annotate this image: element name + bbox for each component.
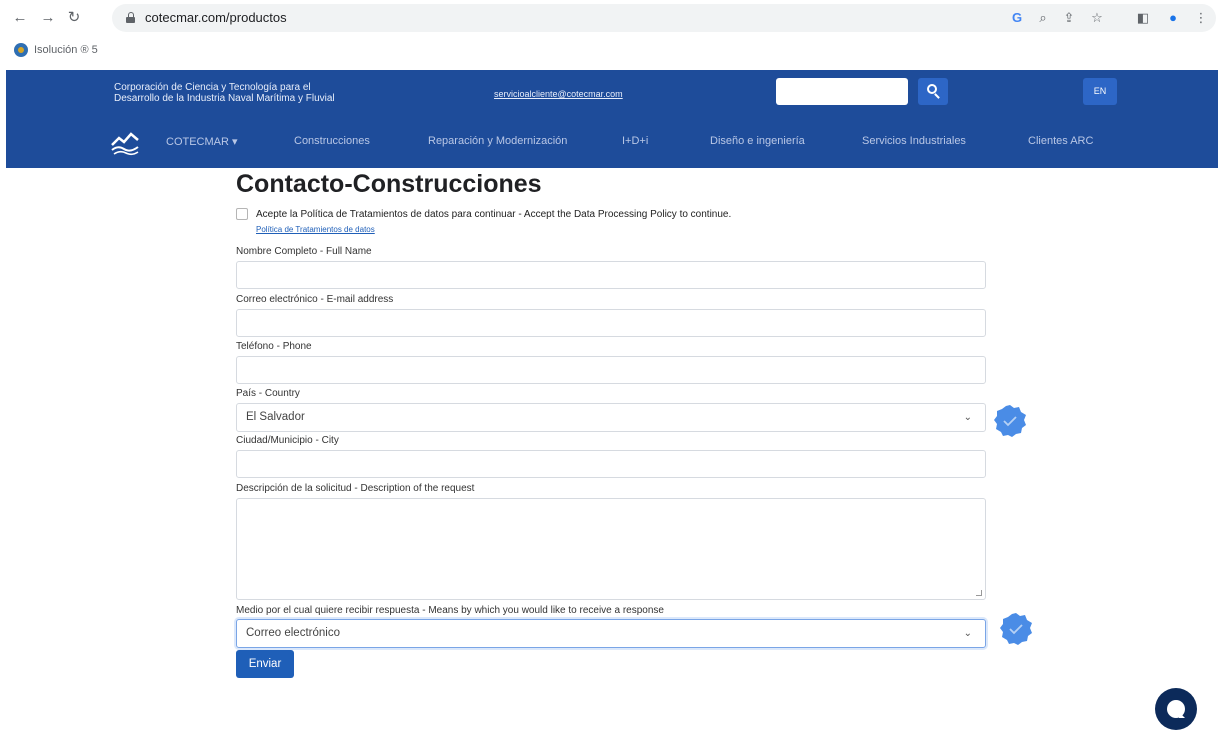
side-panel-icon[interactable]: ◧ [1134,9,1152,27]
menu-item-construcciones[interactable]: Construcciones [294,135,370,147]
menu-item-idi[interactable]: I+D+i [622,135,648,147]
email-label: Correo electrónico - E-mail address [236,294,394,305]
country-value: El Salvador [246,411,305,423]
org-name: Corporación de Ciencia y Tecnología para… [114,82,414,104]
resize-handle-icon[interactable] [976,590,982,596]
phone-label: Teléfono - Phone [236,341,312,352]
org-name-line2: Desarrollo de la Industria Naval Marítim… [114,93,335,104]
reload-icon[interactable]: ↻ [64,8,84,28]
policy-text: Acepte la Política de Tratamientos de da… [256,208,732,220]
chevron-down-icon: ⌄ [963,412,972,423]
cotecmar-logo[interactable] [109,127,141,159]
phone-input[interactable] [236,356,986,384]
description-label: Descripción de la solicitud - Descriptio… [236,483,475,494]
url-text: cotecmar.com/productos [145,10,287,25]
search-input[interactable] [776,78,908,105]
org-name-line1: Corporación de Ciencia y Tecnología para… [114,82,311,93]
share-icon[interactable]: ⇪ [1060,9,1078,27]
forward-icon[interactable]: → [38,8,58,28]
site-header: Corporación de Ciencia y Tecnología para… [6,70,1218,168]
chevron-down-icon: ⌄ [963,628,972,639]
submit-button[interactable]: Enviar [236,650,294,678]
search-button[interactable] [918,78,948,105]
bookmark-label: Isolución ® 5 [34,44,98,56]
policy-row: Acepte la Política de Tratamientos de da… [236,208,731,220]
full-name-label: Nombre Completo - Full Name [236,246,372,257]
email-input[interactable] [236,309,986,337]
bookmarks-bar: Isolución ® 5 [0,36,1222,64]
menu-kebab-icon[interactable]: ⋮ [1192,9,1210,27]
address-bar[interactable]: cotecmar.com/productos G ⌕ ⇪ ☆ ◧ ● ⋮ [112,4,1216,32]
response-method-label: Medio por el cual quiere recibir respues… [236,605,664,616]
verified-badge-icon [1000,613,1032,645]
google-icon[interactable]: G [1008,9,1026,27]
menu-item-cotecmar[interactable]: COTECMAR ▾ [166,135,238,148]
response-method-value: Correo electrónico [246,627,340,639]
city-input[interactable] [236,450,986,478]
policy-link[interactable]: Política de Tratamientos de datos [256,225,375,234]
country-select[interactable]: El Salvador ⌄ [236,403,986,432]
back-icon[interactable]: ← [10,8,30,28]
profile-icon[interactable]: ● [1164,9,1182,27]
description-textarea[interactable] [236,498,986,600]
language-button[interactable]: EN [1083,78,1117,105]
menu-item-clientes-arc[interactable]: Clientes ARC [1028,135,1093,147]
isolucion-icon [14,43,28,57]
bookmark-isolucion[interactable]: Isolución ® 5 [14,42,98,58]
browser-toolbar: ← → ↻ cotecmar.com/productos G ⌕ ⇪ ☆ ◧ ●… [0,0,1222,36]
lock-icon [126,12,135,23]
bookmark-star-icon[interactable]: ☆ [1088,9,1106,27]
response-method-select[interactable]: Correo electrónico ⌄ [236,619,986,648]
verified-badge-icon [994,405,1026,437]
zoom-icon[interactable]: ⌕ [1034,9,1052,27]
page-title: Contacto-Construcciones [236,170,542,198]
country-label: País - Country [236,388,300,399]
full-name-input[interactable] [236,261,986,289]
menu-item-diseno[interactable]: Diseño e ingeniería [710,135,805,147]
policy-checkbox[interactable] [236,208,248,220]
menu-item-reparacion[interactable]: Reparación y Modernización [428,135,567,147]
contact-email-link[interactable]: servicioalcliente@cotecmar.com [494,89,623,99]
city-label: Ciudad/Municipio - City [236,435,339,446]
chat-widget-icon[interactable] [1155,688,1197,730]
menu-item-servicios[interactable]: Servicios Industriales [862,135,966,147]
